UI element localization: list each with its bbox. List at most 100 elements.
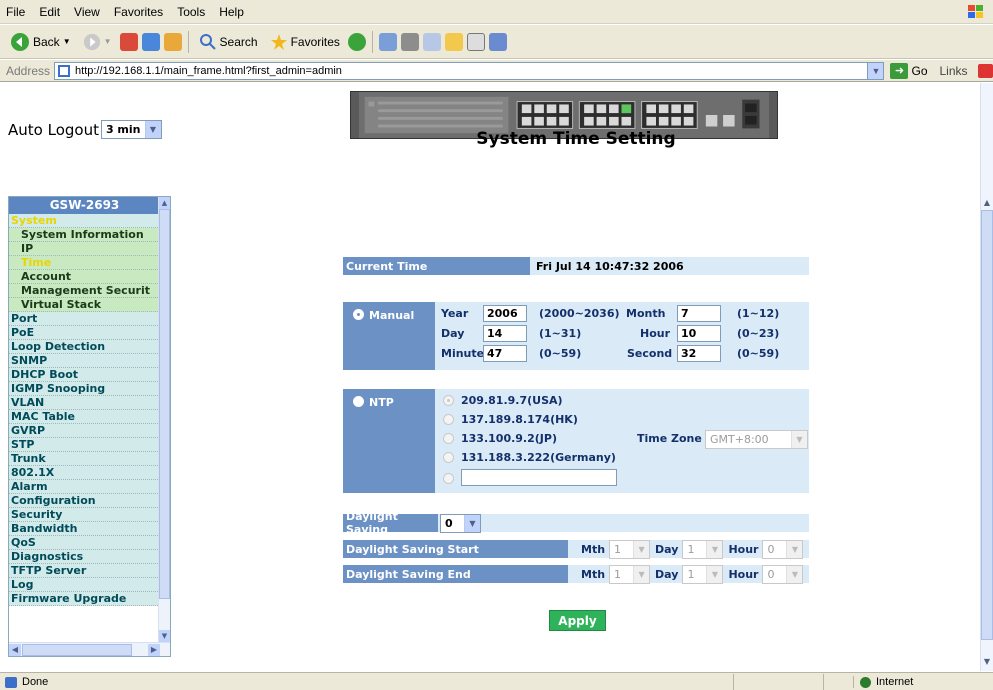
window-icon[interactable] bbox=[466, 32, 485, 51]
scroll-thumb[interactable] bbox=[22, 644, 132, 656]
sidebar-item-log[interactable]: Log bbox=[9, 578, 160, 592]
month-input[interactable]: 7 bbox=[677, 305, 721, 322]
sidebar-item-vlan[interactable]: VLAN bbox=[9, 396, 160, 410]
back-button[interactable]: Back ▼ bbox=[6, 30, 75, 54]
sidebar-item-mac-table[interactable]: MAC Table bbox=[9, 410, 160, 424]
scroll-thumb[interactable] bbox=[159, 209, 170, 599]
daylight-saving-select[interactable]: 0 ▼ bbox=[440, 513, 481, 533]
auto-logout-select[interactable]: 3 min ▼ bbox=[100, 120, 162, 139]
refresh-icon[interactable] bbox=[141, 32, 160, 51]
apply-button[interactable]: Apply bbox=[549, 610, 606, 631]
menu-view[interactable]: View bbox=[68, 5, 108, 19]
sidebar-item-configuration[interactable]: Configuration bbox=[9, 494, 160, 508]
sidebar-vertical-scrollbar[interactable]: ▲ ▼ bbox=[158, 197, 170, 642]
hour-input[interactable]: 10 bbox=[677, 325, 721, 342]
scroll-thumb[interactable] bbox=[981, 210, 993, 640]
go-label: Go bbox=[911, 63, 928, 78]
time-zone-select[interactable]: GMT+8:00 ▼ bbox=[705, 430, 808, 449]
day-input[interactable]: 14 bbox=[483, 325, 527, 342]
ntp-server-radio-3[interactable] bbox=[443, 433, 454, 444]
scroll-left-icon[interactable]: ◀ bbox=[9, 644, 21, 656]
edit-icon[interactable] bbox=[422, 32, 441, 51]
month-label: Month bbox=[626, 307, 666, 320]
chevron-down-icon[interactable]: ▼ bbox=[867, 62, 884, 79]
sidebar-item-loop-detection[interactable]: Loop Detection bbox=[9, 340, 160, 354]
forward-button[interactable]: ▼ bbox=[79, 31, 116, 53]
chevron-down-icon: ▼ bbox=[706, 540, 723, 558]
manual-radio[interactable] bbox=[353, 309, 364, 320]
sidebar-item-system-information[interactable]: System Information bbox=[9, 228, 160, 242]
sidebar-item-ip[interactable]: IP bbox=[9, 242, 160, 256]
sidebar-item-security[interactable]: Security bbox=[9, 508, 160, 522]
messenger-icon[interactable] bbox=[488, 32, 507, 51]
sidebar-item-virtual-stack[interactable]: Virtual Stack bbox=[9, 298, 160, 312]
ntp-server-radio-1[interactable] bbox=[443, 395, 454, 406]
chevron-down-icon: ▼ bbox=[62, 37, 71, 46]
start-hour-select[interactable]: 0 ▼ bbox=[762, 539, 804, 559]
ntp-option[interactable]: NTP bbox=[343, 389, 435, 493]
sidebar-horizontal-scrollbar[interactable]: ◀ ▶ bbox=[9, 642, 170, 656]
sidebar-item-dhcp-boot[interactable]: DHCP Boot bbox=[9, 368, 160, 382]
end-mth-select[interactable]: 1 ▼ bbox=[609, 564, 651, 584]
go-button[interactable]: ➜ Go bbox=[884, 62, 933, 79]
sidebar-item-8021x[interactable]: 802.1X bbox=[9, 466, 160, 480]
chevron-down-icon: ▼ bbox=[633, 540, 650, 558]
sidebar-item-qos[interactable]: QoS bbox=[9, 536, 160, 550]
menu-help[interactable]: Help bbox=[213, 5, 252, 19]
sidebar-item-bandwidth[interactable]: Bandwidth bbox=[9, 522, 160, 536]
manual-option[interactable]: Manual bbox=[343, 302, 435, 370]
chevron-down-icon: ▼ bbox=[144, 121, 161, 138]
ntp-custom-input[interactable] bbox=[461, 469, 617, 486]
menu-favorites[interactable]: Favorites bbox=[108, 5, 171, 19]
scroll-up-icon[interactable]: ▲ bbox=[159, 197, 170, 209]
search-button[interactable]: Search bbox=[195, 31, 262, 53]
sidebar-item-time[interactable]: Time bbox=[9, 256, 160, 270]
scroll-up-icon[interactable]: ▲ bbox=[981, 197, 993, 209]
sidebar-item-alarm[interactable]: Alarm bbox=[9, 480, 160, 494]
menu-edit[interactable]: Edit bbox=[33, 5, 68, 19]
minute-range: (0~59) bbox=[539, 347, 582, 360]
ntp-server-radio-4[interactable] bbox=[443, 452, 454, 463]
scroll-down-icon[interactable]: ▼ bbox=[159, 630, 170, 642]
start-mth-select[interactable]: 1 ▼ bbox=[609, 539, 651, 559]
sidebar-item-tftp-server[interactable]: TFTP Server bbox=[9, 564, 160, 578]
favorites-button[interactable]: Favorites bbox=[266, 31, 344, 53]
end-hour-select[interactable]: 0 ▼ bbox=[762, 564, 804, 584]
sidebar-item-gvrp[interactable]: GVRP bbox=[9, 424, 160, 438]
sidebar-item-diagnostics[interactable]: Diagnostics bbox=[9, 550, 160, 564]
sidebar-item-trunk[interactable]: Trunk bbox=[9, 452, 160, 466]
history-icon[interactable] bbox=[347, 32, 366, 51]
mail-icon[interactable] bbox=[378, 32, 397, 51]
menu-tools[interactable]: Tools bbox=[171, 5, 213, 19]
sidebar-item-management-security[interactable]: Management Securit bbox=[9, 284, 160, 298]
search-label: Search bbox=[219, 34, 258, 49]
menu-file[interactable]: File bbox=[0, 5, 33, 19]
ntp-server-radio-2[interactable] bbox=[443, 414, 454, 425]
sidebar-item-poe[interactable]: PoE bbox=[9, 326, 160, 340]
stop-icon[interactable] bbox=[119, 32, 138, 51]
second-input[interactable]: 32 bbox=[677, 345, 721, 362]
start-day-select[interactable]: 1 ▼ bbox=[682, 539, 724, 559]
scroll-down-icon[interactable]: ▼ bbox=[981, 656, 993, 668]
scroll-right-icon[interactable]: ▶ bbox=[148, 644, 160, 656]
sidebar-item-account[interactable]: Account bbox=[9, 270, 160, 284]
links-button[interactable]: Links bbox=[934, 64, 968, 78]
year-input[interactable]: 2006 bbox=[483, 305, 527, 322]
sidebar-item-port[interactable]: Port bbox=[9, 312, 160, 326]
url-input[interactable]: http://192.168.1.1/main_frame.html?first… bbox=[54, 61, 885, 80]
sidebar-item-stp[interactable]: STP bbox=[9, 438, 160, 452]
main-vertical-scrollbar[interactable]: ▲ ▼ bbox=[980, 83, 993, 671]
minute-input[interactable]: 47 bbox=[483, 345, 527, 362]
ntp-custom-radio[interactable] bbox=[443, 473, 454, 484]
sidebar-item-snmp[interactable]: SNMP bbox=[9, 354, 160, 368]
sidebar-item-system[interactable]: System bbox=[9, 214, 160, 228]
sidebar-item-igmp-snooping[interactable]: IGMP Snooping bbox=[9, 382, 160, 396]
toolbar-extension-icon[interactable] bbox=[977, 63, 993, 78]
ntp-radio[interactable] bbox=[353, 396, 364, 407]
day-range: (1~31) bbox=[539, 327, 582, 340]
end-day-select[interactable]: 1 ▼ bbox=[682, 564, 724, 584]
home-icon[interactable] bbox=[163, 32, 182, 51]
print-icon[interactable] bbox=[400, 32, 419, 51]
folder-icon[interactable] bbox=[444, 32, 463, 51]
sidebar-item-firmware-upgrade[interactable]: Firmware Upgrade bbox=[9, 592, 160, 606]
